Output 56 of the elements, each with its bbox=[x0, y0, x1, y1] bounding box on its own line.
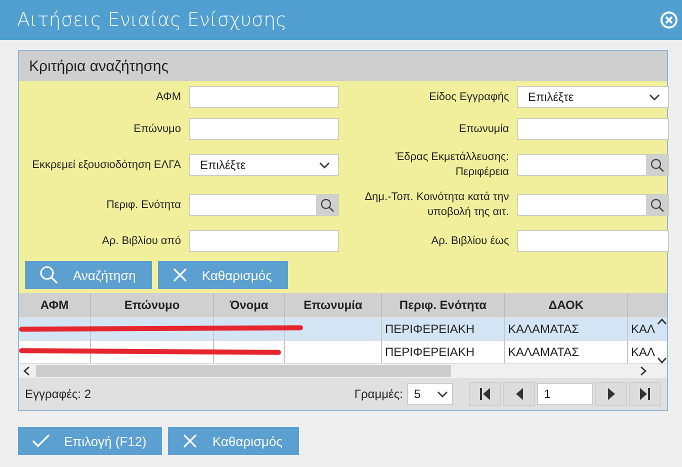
dropdown[interactable]: Επιλέξτε bbox=[517, 86, 669, 108]
field-label: Επώνυμο bbox=[132, 122, 181, 136]
table-cell: ΠΕΡΙΦΕΡΕΙΑΚΗ bbox=[382, 318, 505, 341]
lookup-field[interactable] bbox=[517, 154, 669, 176]
triangle-left-icon bbox=[516, 388, 522, 400]
rows-label: Γραμμές: bbox=[354, 387, 403, 401]
scroll-down-icon[interactable] bbox=[657, 357, 667, 364]
input-field[interactable] bbox=[189, 86, 339, 108]
record-count: Εγγραφές: 2 bbox=[25, 387, 92, 401]
lookup-field[interactable] bbox=[517, 194, 669, 216]
panel-title: Κριτήρια αναζήτησης bbox=[29, 58, 168, 74]
input-field[interactable] bbox=[517, 118, 669, 140]
scrollbar-thumb[interactable] bbox=[36, 365, 451, 377]
field-label: Αρ. Βιβλίου έως bbox=[430, 234, 509, 248]
input-field[interactable] bbox=[189, 230, 339, 252]
field-label: Είδος Εγγραφής bbox=[428, 90, 509, 104]
field-label: Περιφ. Ενότητα bbox=[105, 198, 181, 212]
search-icon bbox=[650, 198, 664, 212]
dropdown[interactable]: Επιλέξτε bbox=[189, 154, 339, 176]
input-field[interactable] bbox=[517, 230, 669, 252]
first-page-button[interactable] bbox=[469, 382, 501, 406]
search-icon bbox=[320, 198, 334, 212]
field-label: ΑΦΜ bbox=[155, 90, 181, 104]
window-title: Αιτήσεις Ενιαίας Ενίσχυσης bbox=[17, 9, 287, 31]
table-cell: ΚΑΛ bbox=[628, 318, 667, 341]
rows-dropdown[interactable]: 5 bbox=[407, 383, 453, 405]
previous-page-button[interactable] bbox=[503, 382, 535, 406]
field-label: Επωνυμία bbox=[458, 122, 509, 136]
search-icon bbox=[650, 158, 664, 172]
chevron-down-icon bbox=[319, 162, 330, 168]
check-icon bbox=[32, 434, 50, 448]
input-field[interactable] bbox=[189, 118, 339, 140]
triangle-right-icon bbox=[608, 388, 614, 400]
search-button[interactable] bbox=[646, 155, 668, 175]
field-label: Εκκρεμεί εξουσιοδότηση ΕΛΓΑ bbox=[31, 158, 181, 172]
chevron-down-icon bbox=[437, 390, 448, 398]
scroll-up-icon[interactable] bbox=[657, 318, 667, 325]
lookup-field[interactable] bbox=[189, 194, 339, 216]
last-page-icon bbox=[640, 388, 650, 400]
next-page-button[interactable] bbox=[595, 382, 627, 406]
scroll-right-icon[interactable] bbox=[640, 366, 647, 376]
close-icon bbox=[172, 267, 188, 283]
scroll-left-icon[interactable] bbox=[23, 366, 30, 376]
field-label: Αρ. Βιβλίου από bbox=[100, 234, 181, 248]
search-button[interactable] bbox=[316, 195, 338, 215]
page-input[interactable]: 1 bbox=[537, 383, 593, 405]
field-label: Έδρας Εκμετάλλευσης: Περιφέρεια bbox=[394, 150, 509, 180]
search-button[interactable] bbox=[646, 195, 668, 215]
field-label: Δημ.-Τοπ. Κοινότητα κατά την υποβολή της αιτ. bbox=[364, 190, 509, 220]
close-icon[interactable] bbox=[660, 11, 678, 29]
close-icon bbox=[182, 433, 198, 449]
first-page-icon bbox=[480, 388, 490, 400]
search-icon bbox=[39, 265, 59, 285]
last-page-button[interactable] bbox=[629, 382, 661, 406]
chevron-down-icon bbox=[649, 94, 660, 100]
table-cell: ΚΑΛΑΜΑΤΑΣ bbox=[505, 318, 628, 341]
